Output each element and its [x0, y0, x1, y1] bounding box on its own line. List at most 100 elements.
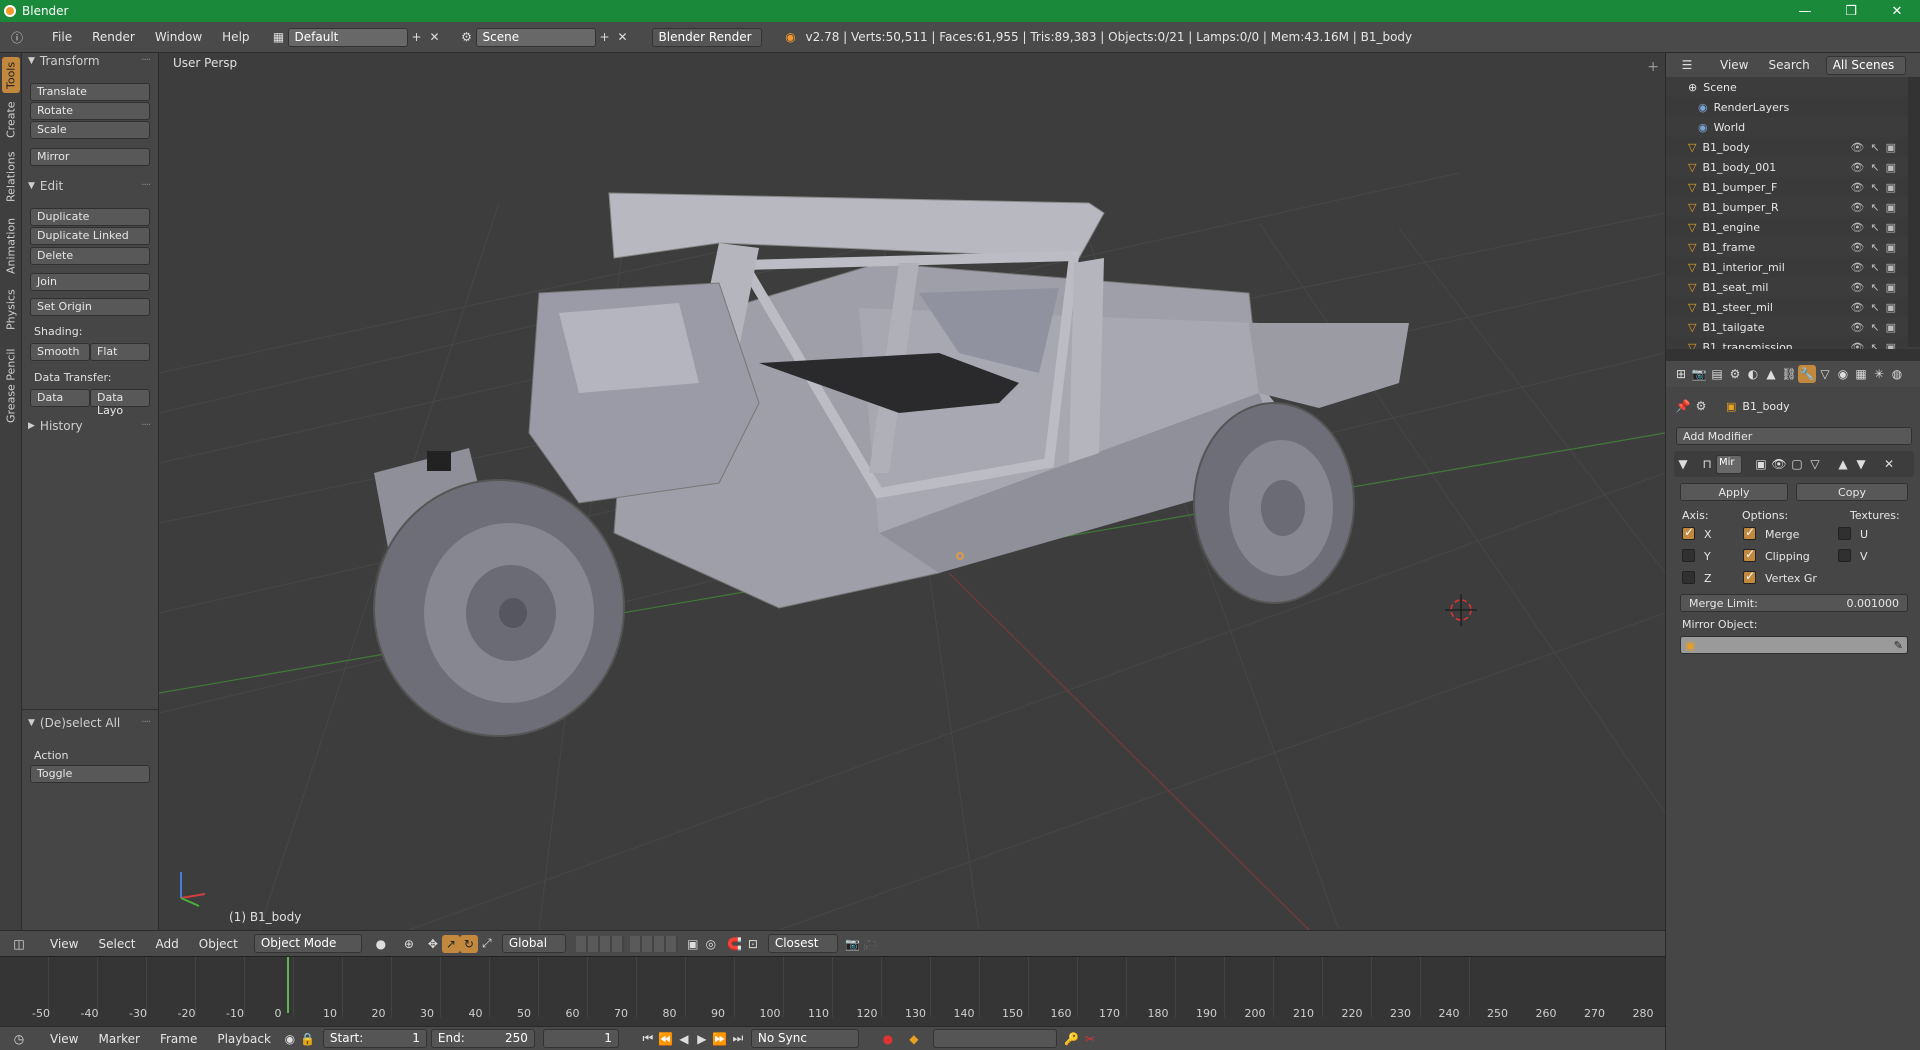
- outliner-row-scene[interactable]: ⊕ Scene: [1666, 77, 1908, 97]
- physics-tab-icon[interactable]: ◍: [1888, 365, 1906, 383]
- move-down-icon[interactable]: ▼: [1852, 455, 1870, 473]
- move-up-icon[interactable]: ▲: [1834, 455, 1852, 473]
- translate-manipulator-icon[interactable]: ↗: [441, 934, 460, 953]
- rotate-manipulator-icon[interactable]: ↻: [459, 934, 478, 953]
- axis-z-checkbox[interactable]: [1682, 571, 1695, 584]
- data-button[interactable]: Data: [30, 389, 90, 407]
- duplicate-button[interactable]: Duplicate: [30, 208, 150, 226]
- axis-y-checkbox[interactable]: [1682, 549, 1695, 562]
- realtime-toggle-icon[interactable]: ▢: [1788, 455, 1806, 473]
- outliner-row[interactable]: ▽ B1_body 👁↖▣: [1666, 137, 1908, 157]
- minimize-button[interactable]: —: [1782, 0, 1828, 22]
- edit-panel-header[interactable]: ▼ Edit: [28, 179, 63, 193]
- info-editor-icon[interactable]: ⓘ: [8, 28, 26, 46]
- snap-target-select[interactable]: Closest: [767, 934, 838, 953]
- object-tab-icon[interactable]: ▲: [1762, 365, 1780, 383]
- deselect-panel-header[interactable]: ▼ (De)select All: [28, 716, 120, 730]
- join-button[interactable]: Join: [30, 273, 150, 291]
- eyedropper-icon[interactable]: ✎: [1894, 639, 1903, 652]
- visibility-toggles[interactable]: 👁↖▣: [1850, 321, 1902, 334]
- modifiers-tab-icon[interactable]: 🔧: [1798, 365, 1816, 383]
- play-reverse-icon[interactable]: ◀: [675, 1030, 693, 1048]
- visibility-toggles[interactable]: 👁↖▣: [1850, 161, 1902, 174]
- editor-type-icon[interactable]: ◫: [10, 935, 28, 953]
- scene-field[interactable]: Scene: [475, 27, 596, 47]
- keying-icon[interactable]: ◉: [281, 1030, 299, 1048]
- add-layout-icon[interactable]: +: [408, 28, 426, 46]
- scale-manipulator-icon[interactable]: ⤢: [478, 935, 496, 953]
- outliner-row[interactable]: ◉ World: [1666, 117, 1908, 137]
- pivot-icon[interactable]: ⊕: [400, 935, 418, 953]
- lock-icon[interactable]: 🔒: [299, 1030, 317, 1048]
- orientation-select[interactable]: Global: [501, 934, 566, 953]
- material-tab-icon[interactable]: ◉: [1834, 365, 1852, 383]
- tab-grease-pencil[interactable]: Grease Pencil: [2, 341, 20, 431]
- outliner-row[interactable]: ▽ B1_frame 👁↖▣: [1666, 237, 1908, 257]
- history-panel-header[interactable]: ▶ History: [28, 419, 83, 433]
- particles-tab-icon[interactable]: ✳: [1870, 365, 1888, 383]
- jump-start-icon[interactable]: ⏮: [639, 1030, 657, 1048]
- pin-icon[interactable]: 📌: [1674, 397, 1692, 415]
- delete-button[interactable]: Delete: [30, 247, 150, 265]
- layers-grid-1[interactable]: [575, 935, 624, 952]
- smooth-button[interactable]: Smooth: [30, 343, 90, 361]
- proportional-edit-icon[interactable]: ◎: [702, 935, 720, 953]
- maximize-button[interactable]: ❐: [1828, 0, 1874, 22]
- render-engine-select[interactable]: Blender Render: [651, 27, 762, 47]
- start-frame-field[interactable]: Start: 1: [322, 1029, 427, 1048]
- outliner-hscroll[interactable]: [1666, 349, 1920, 361]
- menu-view[interactable]: View: [40, 937, 88, 951]
- outliner-row[interactable]: ▽ B1_body_001 👁↖▣: [1666, 157, 1908, 177]
- menu-add[interactable]: Add: [146, 937, 189, 951]
- outliner-row[interactable]: ▽ B1_bumper_R 👁↖▣: [1666, 197, 1908, 217]
- outliner-editor-icon[interactable]: ☰: [1678, 56, 1696, 74]
- clipping-checkbox[interactable]: [1743, 547, 1756, 562]
- menu-render[interactable]: Render: [82, 30, 145, 44]
- 3d-viewport[interactable]: User Persp (1) B1_body +: [159, 53, 1665, 930]
- texture-v-checkbox[interactable]: [1838, 549, 1851, 562]
- record-icon[interactable]: ●: [879, 1030, 897, 1048]
- scale-button[interactable]: Scale: [30, 121, 150, 139]
- viewport-shading-icon[interactable]: ●: [372, 935, 390, 953]
- outliner-scrollbar[interactable]: [1908, 77, 1920, 347]
- menu-file[interactable]: File: [42, 30, 82, 44]
- scene-tab-icon[interactable]: ⚙: [1726, 365, 1744, 383]
- layout-field[interactable]: Default: [287, 27, 408, 47]
- translate-button[interactable]: Translate: [30, 83, 150, 101]
- vertex-groups-checkbox[interactable]: [1743, 569, 1756, 584]
- scene-icon[interactable]: ⚙: [458, 28, 476, 46]
- transform-panel-header[interactable]: ▼ Transform: [28, 54, 100, 68]
- texture-u-checkbox[interactable]: [1838, 527, 1851, 540]
- layout-icon[interactable]: ▦: [270, 28, 288, 46]
- jump-end-icon[interactable]: ⏭: [729, 1030, 747, 1048]
- tab-relations[interactable]: Relations: [2, 147, 20, 207]
- add-modifier-select[interactable]: Add Modifier: [1676, 427, 1912, 445]
- current-frame-marker[interactable]: [287, 957, 289, 1013]
- tab-animation[interactable]: Animation: [2, 213, 20, 279]
- remove-layout-icon[interactable]: ✕: [426, 28, 444, 46]
- cage-toggle-icon[interactable]: ▽: [1806, 455, 1824, 473]
- insert-keyframe-icon[interactable]: 🔑: [1063, 1030, 1081, 1048]
- end-frame-field[interactable]: End: 250: [430, 1029, 535, 1048]
- tab-physics[interactable]: Physics: [2, 285, 20, 335]
- data-layout-button[interactable]: Data Layo: [90, 389, 150, 417]
- remove-modifier-icon[interactable]: ✕: [1880, 455, 1898, 473]
- outliner-row[interactable]: ▽ B1_engine 👁↖▣: [1666, 217, 1908, 237]
- play-icon[interactable]: ▶: [693, 1030, 711, 1048]
- data-tab-icon[interactable]: ▽: [1816, 365, 1834, 383]
- mode-select[interactable]: Object Mode: [253, 934, 362, 953]
- outliner-row[interactable]: ▽ B1_tailgate 👁↖▣: [1666, 317, 1908, 337]
- tl-menu-marker[interactable]: Marker: [88, 1032, 149, 1046]
- visibility-toggles[interactable]: 👁↖▣: [1850, 281, 1902, 294]
- visibility-toggles[interactable]: 👁↖▣: [1850, 241, 1902, 254]
- action-select[interactable]: Toggle: [30, 765, 150, 783]
- visibility-toggles[interactable]: 👁↖▣: [1850, 221, 1902, 234]
- menu-object[interactable]: Object: [189, 937, 248, 951]
- copy-button[interactable]: Copy: [1796, 483, 1908, 501]
- mirror-button[interactable]: Mirror: [30, 148, 150, 166]
- add-scene-icon[interactable]: +: [596, 28, 614, 46]
- render-toggle-icon[interactable]: 👁: [1770, 455, 1788, 473]
- tl-menu-playback[interactable]: Playback: [207, 1032, 281, 1046]
- collapse-modifier-icon[interactable]: ▼: [1674, 455, 1692, 473]
- constraints-tab-icon[interactable]: ⛓: [1780, 365, 1798, 383]
